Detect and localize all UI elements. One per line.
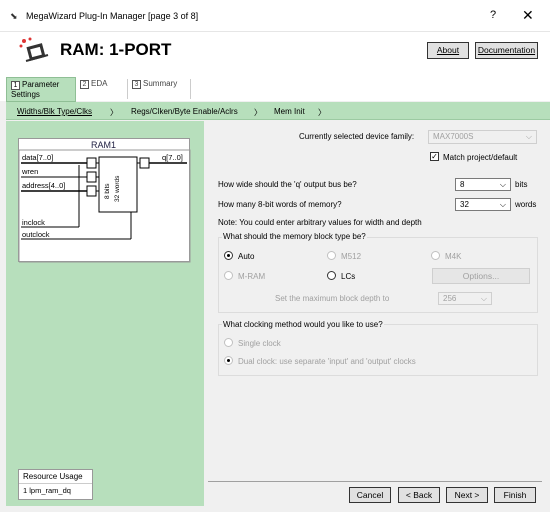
radio-mram[interactable] — [224, 271, 233, 280]
breadcrumb-arrow-icon: 〉 — [110, 108, 118, 117]
radio-m512-label: M512 — [341, 252, 362, 261]
symbol-diagram: RAM1 data[7..0] wren address[4..0] inclo… — [18, 138, 191, 263]
page-title: RAM: 1-PORT — [60, 40, 172, 59]
clocking-label: What clocking method would you like to u… — [222, 320, 384, 329]
match-project-checkbox[interactable]: ✓ — [430, 152, 439, 161]
help-icon[interactable]: ? — [490, 9, 496, 21]
output-width-select[interactable]: 8 ⌵ — [455, 178, 511, 191]
radio-dual-clock[interactable] — [224, 356, 233, 365]
radio-m4k-label: M4K — [445, 252, 462, 261]
about-button[interactable]: About — [427, 42, 469, 59]
word-count-unit: words — [515, 200, 537, 209]
options-button[interactable]: Options... — [432, 268, 530, 284]
radio-auto-label: Auto — [238, 252, 255, 261]
port-outclock: outclock — [22, 230, 50, 239]
port-data: data[7..0] — [22, 153, 54, 162]
note-text: Note: You could enter arbitrary values f… — [218, 218, 422, 227]
chevron-down-icon: ⌵ — [525, 132, 532, 141]
breadcrumb-regs[interactable]: Regs/Clken/Byte Enable/Aclrs — [131, 107, 238, 116]
radio-dual-clock-label: Dual clock: use separate 'input' and 'ou… — [238, 357, 416, 366]
breadcrumb-arrow-icon: 〉 — [318, 108, 326, 117]
tab-summary[interactable]: 3 Summary — [132, 79, 177, 89]
back-button[interactable]: < Back — [398, 487, 440, 503]
radio-lcs-label: LCs — [341, 272, 356, 281]
block-depth-select: 256 ⌵ — [438, 292, 492, 305]
radio-single-clock-label: Single clock — [238, 339, 281, 348]
port-wren: wren — [22, 167, 39, 176]
radio-auto[interactable] — [224, 251, 233, 260]
wizard-logo-icon — [19, 37, 49, 62]
word-count-label: How many 8-bit words of memory? — [218, 200, 342, 209]
block-depth-label: Set the maximum block depth to — [275, 294, 390, 303]
radio-m4k[interactable] — [431, 251, 440, 260]
radio-lcs[interactable] — [327, 271, 336, 280]
finish-button[interactable]: Finish — [494, 487, 536, 503]
block-width-text: 8 bits — [104, 183, 111, 199]
device-family-label: Currently selected device family: — [299, 132, 415, 141]
chevron-down-icon: ⌵ — [499, 180, 506, 189]
match-project-label: Match project/default — [443, 153, 518, 162]
port-address: address[4..0] — [22, 181, 66, 190]
documentation-button[interactable]: Documentation — [475, 42, 538, 59]
chevron-down-icon: ⌵ — [480, 294, 487, 303]
block-depth-text: 32 words — [114, 175, 121, 202]
device-family-select: MAX7000S ⌵ — [428, 130, 537, 144]
resource-usage-box: Resource Usage 1 lpm_ram_dq — [18, 469, 93, 500]
close-icon[interactable]: ✕ — [522, 7, 534, 24]
title-bar: ⬊ MegaWizard Plug-In Manager [page 3 of … — [0, 0, 550, 32]
radio-m512[interactable] — [327, 251, 336, 260]
cancel-button[interactable]: Cancel — [349, 487, 391, 503]
next-button[interactable]: Next > — [446, 487, 488, 503]
breadcrumb-arrow-icon: 〉 — [254, 108, 262, 117]
breadcrumb-widths[interactable]: Widths/Blk Type/Clks — [17, 107, 92, 116]
radio-mram-label: M-RAM — [238, 272, 266, 281]
port-inclock: inclock — [22, 218, 45, 227]
footer-divider — [208, 481, 542, 482]
word-count-select[interactable]: 32 ⌵ — [455, 198, 511, 211]
window-title: MegaWizard Plug-In Manager [page 3 of 8] — [26, 11, 199, 21]
app-icon: ⬊ — [10, 11, 18, 21]
clocking-group — [218, 324, 538, 376]
output-width-unit: bits — [515, 180, 528, 189]
breadcrumb-mem-init[interactable]: Mem Init — [274, 107, 305, 116]
breadcrumb: Widths/Blk Type/Clks 〉 Regs/Clken/Byte E… — [6, 102, 550, 120]
port-q: q[7..0] — [162, 153, 183, 162]
tab-eda[interactable]: 2 EDA — [80, 79, 107, 89]
resource-usage-value: 1 lpm_ram_dq — [23, 486, 71, 495]
block-type-label: What should the memory block type be? — [222, 232, 367, 241]
chevron-down-icon: ⌵ — [499, 200, 506, 209]
output-width-label: How wide should the 'q' output bus be? — [218, 180, 357, 189]
resource-usage-title: Resource Usage — [19, 470, 92, 484]
tab-parameter-settings[interactable]: 1 Parameter Settings — [6, 77, 76, 102]
radio-single-clock[interactable] — [224, 338, 233, 347]
